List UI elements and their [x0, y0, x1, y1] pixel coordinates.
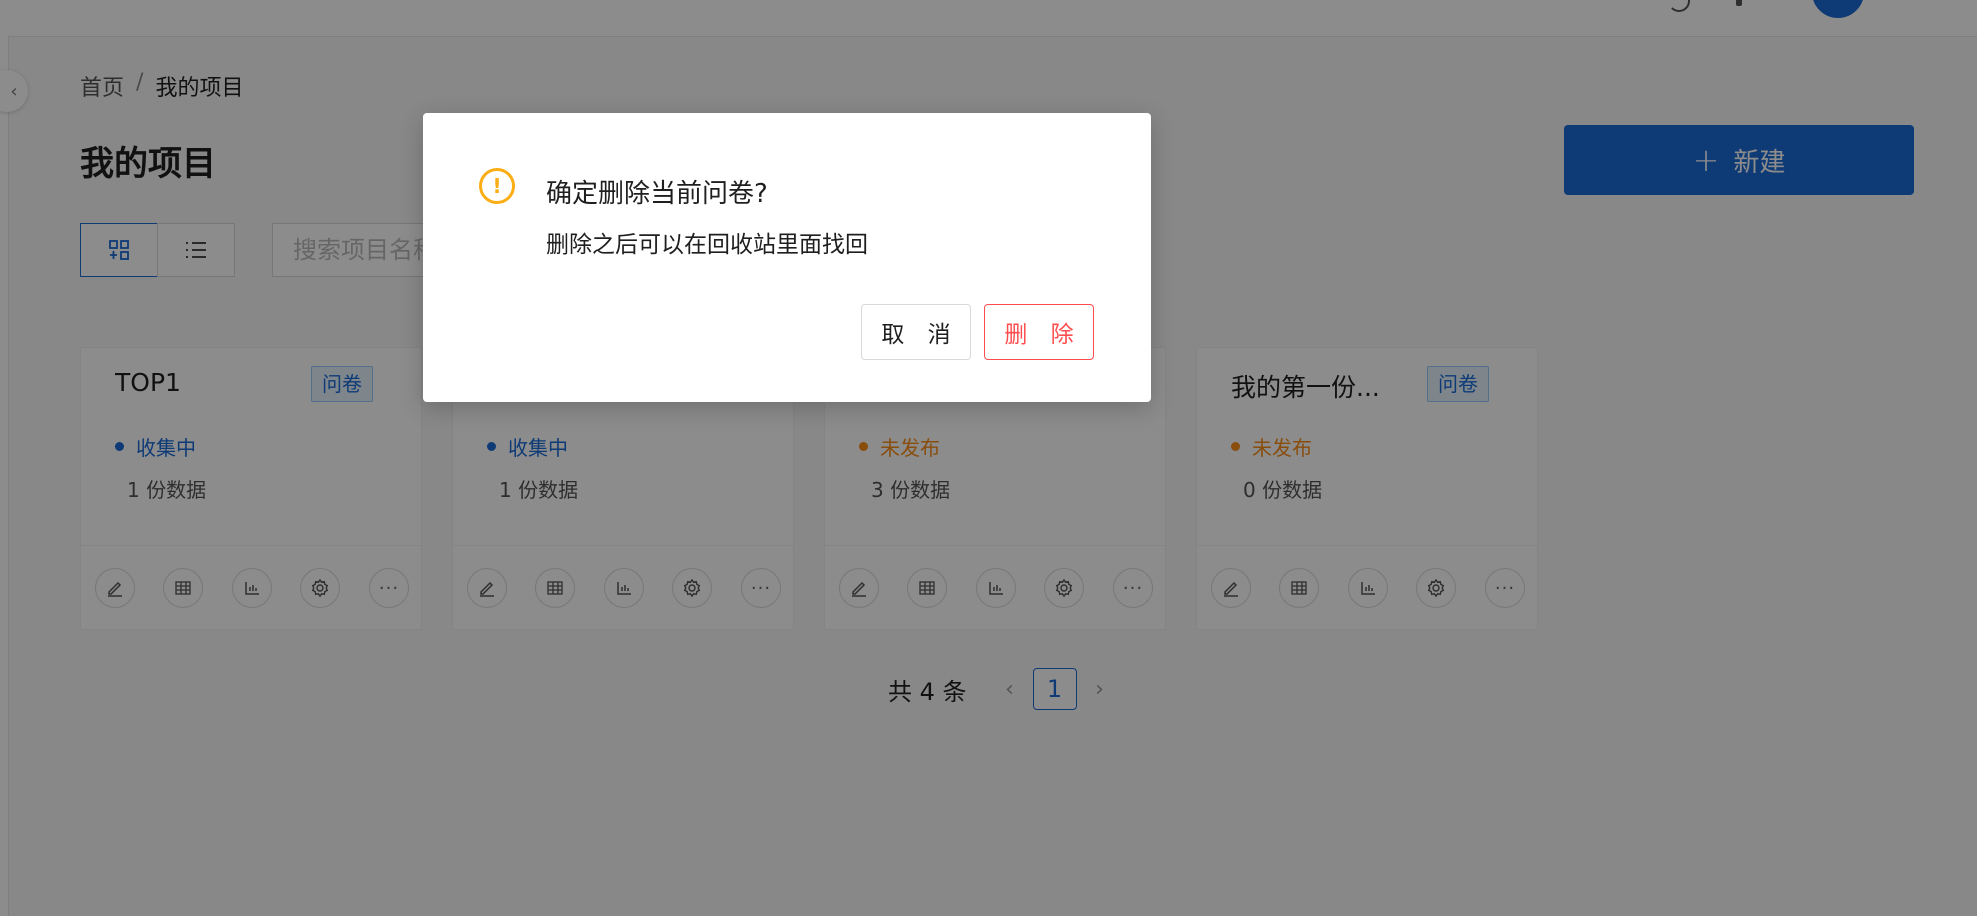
delete-button[interactable]: 删 除 [984, 304, 1094, 360]
modal-title: 确定删除当前问卷? [546, 179, 768, 209]
warning-icon: ! [479, 168, 515, 204]
confirm-delete-modal: ! 确定删除当前问卷? 删除之后可以在回收站里面找回 取 消 删 除 [423, 113, 1151, 402]
cancel-button[interactable]: 取 消 [861, 304, 971, 360]
modal-content: 删除之后可以在回收站里面找回 [546, 232, 868, 258]
